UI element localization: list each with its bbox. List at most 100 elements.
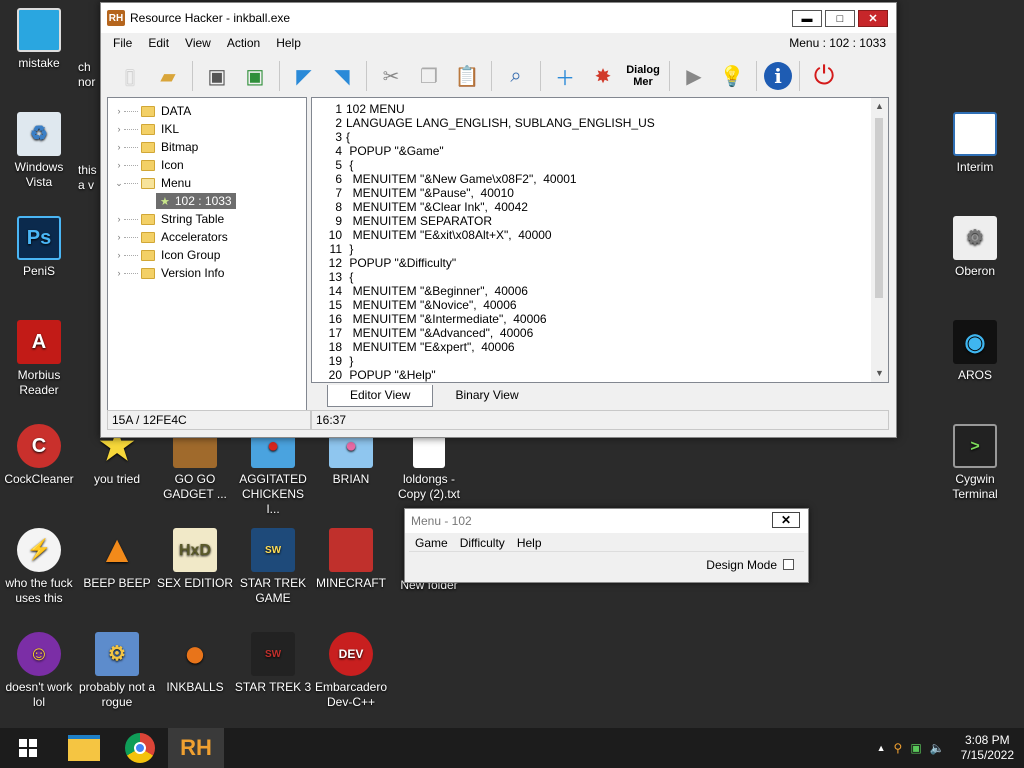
taskbar-chrome[interactable] — [112, 728, 168, 768]
code-line[interactable]: MENUITEM "&Beginner", 40006 — [346, 284, 655, 298]
volume-icon[interactable]: 🔈 — [930, 741, 945, 755]
desktop-icon-windows-vista[interactable]: ♻ Windows Vista — [0, 112, 78, 190]
code-line[interactable]: MENUITEM "E&xit\x08Alt+X", 40000 — [346, 228, 655, 242]
desktop-icon-probably-not-a-rogue[interactable]: ⚙ probably not a rogue — [78, 632, 156, 710]
desktop-icon-sex-editior[interactable]: HxD SEX EDITIOR — [156, 528, 234, 591]
tree-item-version-info[interactable]: › Version Info — [108, 264, 306, 282]
minimize-button[interactable]: ▬ — [792, 10, 822, 27]
save-as-icon[interactable]: ▣ — [238, 59, 272, 93]
tree-item-icon[interactable]: › Icon — [108, 156, 306, 174]
desktop-icon-interim[interactable]: Interim — [936, 112, 1014, 175]
code-line[interactable]: POPUP "&Difficulty" — [346, 256, 655, 270]
desktop-icon-minecraft[interactable]: MINECRAFT — [312, 528, 390, 591]
power-icon[interactable]: ⏻ — [807, 59, 841, 93]
info-icon[interactable]: i — [764, 62, 792, 90]
desktop-icon-dev-cpp[interactable]: DEV Embarcadero Dev-C++ — [312, 632, 390, 710]
desktop-icon-partial-1[interactable]: ch nor — [78, 60, 102, 90]
dialog-menu-icon[interactable]: Dialog Mer — [624, 59, 662, 93]
menu-help[interactable]: Help — [268, 36, 309, 50]
close-button[interactable]: ✕ — [772, 512, 800, 528]
desktop-icon-who-uses-this[interactable]: ⚡ who the fuck uses this — [0, 528, 78, 606]
code-line[interactable]: MENUITEM "E&xpert", 40006 — [346, 340, 655, 354]
taskbar-resource-hacker[interactable]: RH — [168, 728, 224, 768]
expand-icon[interactable]: › — [114, 160, 124, 170]
code-line[interactable]: MENUITEM "&Intermediate", 40006 — [346, 312, 655, 326]
expand-icon[interactable]: › — [114, 268, 124, 278]
desktop-icon-partial-2[interactable]: this a v — [78, 163, 102, 193]
code-line[interactable]: MENUITEM "&Advanced", 40006 — [346, 326, 655, 340]
play-icon[interactable]: ▶ — [677, 59, 711, 93]
preview-menu-difficulty[interactable]: Difficulty — [454, 536, 511, 550]
code-line[interactable]: { — [346, 270, 655, 284]
compile-arrow-icon[interactable]: ◤ — [287, 59, 321, 93]
collapse-icon[interactable]: ⌄ — [114, 178, 124, 189]
code-line[interactable]: } — [346, 354, 655, 368]
tree-item-menu[interactable]: ⌄ Menu — [108, 174, 306, 192]
add-resource-icon[interactable]: ＋ — [548, 59, 582, 93]
expand-icon[interactable]: › — [114, 250, 124, 260]
tab-binary-view[interactable]: Binary View — [433, 385, 540, 407]
code-line[interactable]: 102 MENU — [346, 102, 655, 116]
menu-view[interactable]: View — [177, 36, 219, 50]
tree-item-ikl[interactable]: › IKL — [108, 120, 306, 138]
desktop-icon-beep-beep[interactable]: ▲ BEEP BEEP — [78, 528, 156, 591]
cut-icon[interactable]: ✂ — [374, 59, 408, 93]
menu-edit[interactable]: Edit — [140, 36, 177, 50]
expand-icon[interactable]: › — [114, 124, 124, 134]
scroll-thumb[interactable] — [875, 118, 883, 298]
menu-action[interactable]: Action — [219, 36, 268, 50]
editor-scrollbar[interactable]: ▲ ▼ — [871, 98, 888, 382]
code-line[interactable]: MENUITEM "&Novice", 40006 — [346, 298, 655, 312]
desktop-icon-star-trek-game[interactable]: SW STAR TREK GAME — [234, 528, 312, 606]
copy-icon[interactable]: ❐ — [412, 59, 446, 93]
code-line[interactable]: } — [346, 242, 655, 256]
search-tray-icon[interactable]: ⚲ — [894, 741, 903, 755]
scroll-down-icon[interactable]: ▼ — [871, 365, 888, 382]
desktop-icon-morbius-reader[interactable]: A Morbius Reader — [0, 320, 78, 398]
expand-icon[interactable]: › — [114, 106, 124, 116]
design-mode-checkbox[interactable] — [783, 559, 794, 570]
tree-item-data[interactable]: › DATA — [108, 102, 306, 120]
tree-item-accelerators[interactable]: › Accelerators — [108, 228, 306, 246]
close-button[interactable]: ✕ — [858, 10, 888, 27]
code-text[interactable]: 102 MENU LANGUAGE LANG_ENGLISH, SUBLANG_E… — [346, 102, 655, 382]
save-icon[interactable]: ▣ — [200, 59, 234, 93]
menu-file[interactable]: File — [105, 36, 140, 50]
expand-icon[interactable]: › — [114, 232, 124, 242]
preview-menu-help[interactable]: Help — [511, 536, 548, 550]
expand-icon[interactable]: › — [114, 214, 124, 224]
tree-item-bitmap[interactable]: › Bitmap — [108, 138, 306, 156]
search-icon[interactable]: ⌕ — [499, 59, 533, 93]
new-file-icon[interactable]: ▯ — [113, 59, 147, 93]
code-line[interactable]: { — [346, 130, 655, 144]
code-line[interactable]: MENUITEM "&New Game\x08F2", 40001 — [346, 172, 655, 186]
lightbulb-icon[interactable]: 💡 — [715, 59, 749, 93]
paste-icon[interactable]: 📋 — [450, 59, 484, 93]
code-line[interactable]: MENUITEM "&Clear Ink", 40042 — [346, 200, 655, 214]
desktop-icon-mistake[interactable]: mistake — [0, 8, 78, 71]
preview-menu-game[interactable]: Game — [409, 536, 454, 550]
code-line[interactable]: { — [346, 158, 655, 172]
add-image-icon[interactable]: ✸ — [586, 59, 620, 93]
desktop-icon-star-trek-3[interactable]: SW STAR TREK 3 — [234, 632, 312, 695]
desktop-icon-oberon[interactable]: ⚙ Oberon — [936, 216, 1014, 279]
desktop-icon-cygwin[interactable]: > Cygwin Terminal — [936, 424, 1014, 502]
desktop-icon-cockcleaner[interactable]: C CockCleaner — [0, 424, 78, 487]
menu-preview-title[interactable]: Menu - 102 — [405, 509, 808, 533]
code-line[interactable]: LANGUAGE LANG_ENGLISH, SUBLANG_ENGLISH_U… — [346, 116, 655, 130]
script-editor[interactable]: 1 2 3 4 5 6 7 8 9 10 11 12 13 14 15 16 17 18 19 20 102 MENU… — [311, 97, 889, 383]
tree-item-icon-group[interactable]: › Icon Group — [108, 246, 306, 264]
open-file-icon[interactable]: ▰ — [151, 59, 185, 93]
maximize-button[interactable]: □ — [825, 10, 855, 27]
clock[interactable]: 3:08 PM 7/15/2022 — [953, 733, 1014, 763]
code-line[interactable]: POPUP "&Game" — [346, 144, 655, 158]
show-hidden-icons-icon[interactable]: ▲ — [877, 743, 886, 753]
tree-item-menu-102[interactable]: ★ 102 : 1033 — [108, 192, 306, 210]
tab-editor-view[interactable]: Editor View — [327, 385, 434, 407]
title-bar[interactable]: RH Resource Hacker - inkball.exe ▬ □ ✕ — [101, 3, 896, 33]
go-arrow-icon[interactable]: ◥ — [325, 59, 359, 93]
code-line[interactable]: MENUITEM SEPARATOR — [346, 214, 655, 228]
network-icon[interactable]: ▣ — [910, 741, 921, 755]
desktop-icon-aros[interactable]: ◉ AROS — [936, 320, 1014, 383]
scroll-up-icon[interactable]: ▲ — [871, 98, 888, 115]
